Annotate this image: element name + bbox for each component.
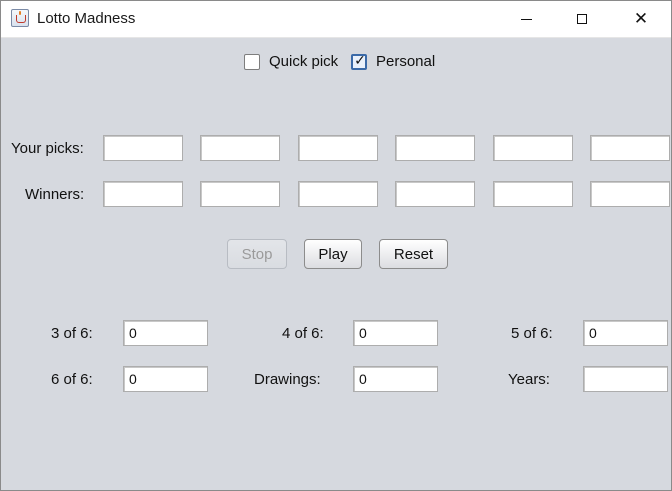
personal-checkbox[interactable]: ✓ — [351, 52, 367, 70]
checkmark-icon: ✓ — [354, 52, 366, 69]
personal-label: Personal — [376, 53, 436, 70]
winner-field-1[interactable] — [103, 181, 183, 207]
quick-pick-label: Quick pick — [269, 53, 339, 70]
years-label: Years: — [508, 371, 550, 388]
winner-field-5[interactable] — [493, 181, 573, 207]
winner-field-3[interactable] — [298, 181, 378, 207]
winner-field-2[interactable] — [200, 181, 280, 207]
four-of-six-field[interactable] — [353, 320, 438, 346]
winner-field-6[interactable] — [590, 181, 670, 207]
close-icon: ✕ — [633, 8, 649, 29]
close-button[interactable]: ✕ — [618, 1, 664, 37]
stop-button[interactable]: Stop — [227, 239, 287, 269]
pick-field-3[interactable] — [298, 135, 378, 161]
years-field[interactable] — [583, 366, 668, 392]
five-of-six-label: 5 of 6: — [511, 325, 553, 342]
play-button[interactable]: Play — [304, 239, 362, 269]
quick-pick-option[interactable]: Quick pick — [244, 53, 338, 70]
reset-button[interactable]: Reset — [379, 239, 448, 269]
winner-field-4[interactable] — [395, 181, 475, 207]
drawings-field[interactable] — [353, 366, 438, 392]
drawings-label: Drawings: — [254, 371, 321, 388]
six-of-six-field[interactable] — [123, 366, 208, 392]
pick-field-2[interactable] — [200, 135, 280, 161]
pick-field-5[interactable] — [493, 135, 573, 161]
pick-field-1[interactable] — [103, 135, 183, 161]
maximize-icon — [577, 14, 587, 24]
title-bar[interactable]: Lotto Madness ✕ — [1, 1, 671, 38]
five-of-six-field[interactable] — [583, 320, 668, 346]
app-window: Lotto Madness ✕ Quick pick ✓ Personal Yo… — [0, 0, 672, 491]
window-title: Lotto Madness — [37, 10, 136, 27]
quick-pick-checkbox[interactable] — [244, 53, 260, 70]
three-of-six-label: 3 of 6: — [51, 325, 93, 342]
six-of-six-label: 6 of 6: — [51, 371, 93, 388]
pick-field-4[interactable] — [395, 135, 475, 161]
four-of-six-label: 4 of 6: — [282, 325, 324, 342]
your-picks-label: Your picks: — [11, 140, 84, 157]
pick-field-6[interactable] — [590, 135, 670, 161]
maximize-button[interactable] — [559, 1, 605, 37]
personal-option[interactable]: ✓ Personal — [351, 53, 435, 70]
java-coffee-cup-icon — [11, 9, 29, 27]
minimize-icon — [520, 18, 532, 20]
three-of-six-field[interactable] — [123, 320, 208, 346]
minimize-button[interactable] — [503, 1, 549, 37]
winners-label: Winners: — [25, 186, 85, 203]
